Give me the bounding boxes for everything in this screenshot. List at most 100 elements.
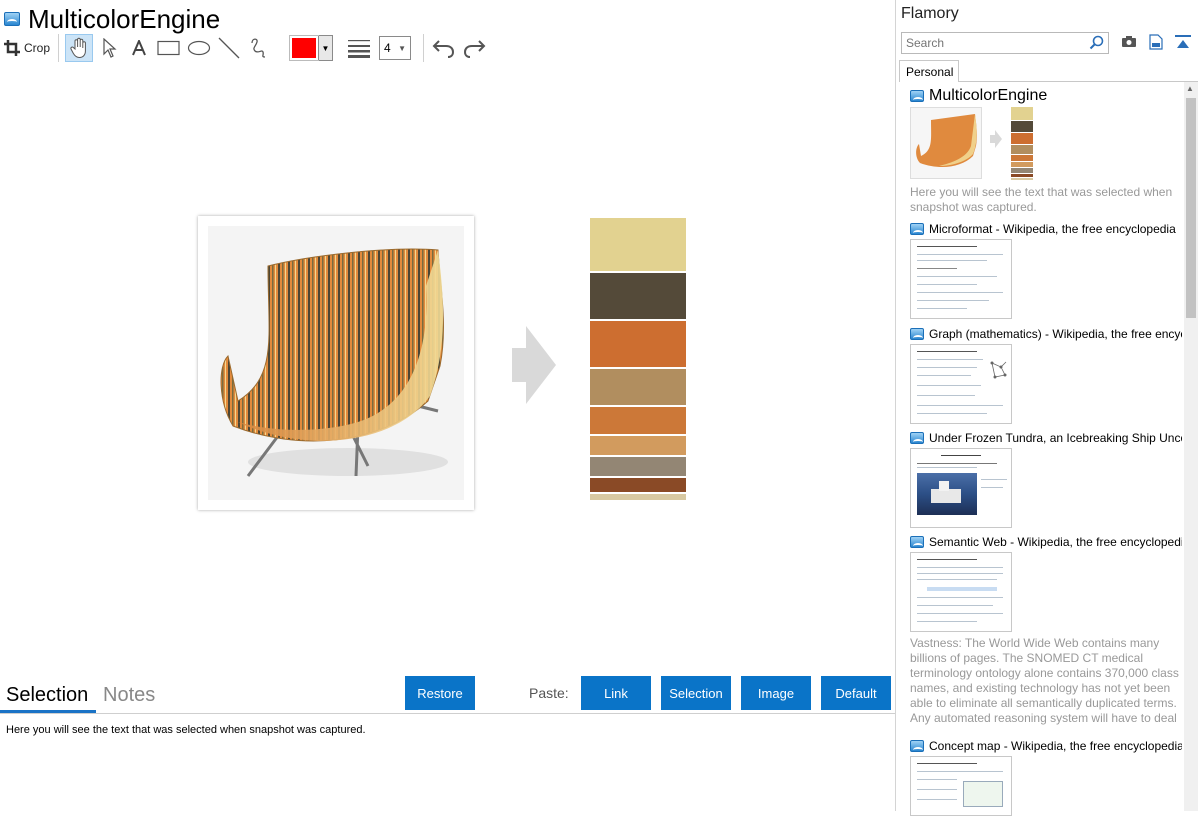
entry-thumbnail[interactable] bbox=[910, 448, 1012, 528]
toolbar-divider bbox=[423, 34, 425, 62]
mini-palette-swatch bbox=[1010, 174, 1033, 177]
snapshot-icon bbox=[910, 536, 924, 548]
palette-swatch bbox=[590, 436, 686, 455]
title-row: MulticolorEngine bbox=[4, 4, 220, 34]
camera-icon[interactable] bbox=[1121, 34, 1137, 48]
pointer-tool-button[interactable] bbox=[95, 34, 123, 62]
chair-image bbox=[208, 226, 464, 500]
palette-swatch bbox=[590, 273, 686, 319]
history-entry[interactable]: Concept map - Wikipedia, the free encycl… bbox=[910, 738, 1182, 816]
line-icon bbox=[218, 37, 240, 59]
tab-divider bbox=[958, 81, 1198, 82]
mini-palette-swatch bbox=[1010, 178, 1033, 180]
entry-header: Graph (mathematics) - Wikipedia, the fre… bbox=[910, 326, 1182, 342]
line-width-icon bbox=[348, 40, 371, 58]
tab-selection[interactable]: Selection bbox=[6, 684, 88, 711]
hand-tool-button[interactable] bbox=[65, 34, 94, 62]
entry-header: Semantic Web - Wikipedia, the free encyc… bbox=[910, 534, 1182, 550]
chair-image-card[interactable] bbox=[198, 216, 474, 510]
search-input[interactable] bbox=[901, 32, 1109, 54]
toolbar: Crop ▼ 4 ▼ bbox=[4, 33, 490, 63]
collapse-icon[interactable] bbox=[1175, 34, 1191, 50]
crop-label: Crop bbox=[24, 41, 51, 55]
active-tab-indicator bbox=[0, 710, 96, 713]
history-entry[interactable]: MulticolorEngine Here you will see the t… bbox=[910, 88, 1182, 215]
entry-thumbnail[interactable] bbox=[910, 107, 982, 179]
text-icon bbox=[132, 40, 146, 56]
palette-swatch bbox=[590, 218, 686, 271]
scrollbar-thumb[interactable] bbox=[1186, 98, 1196, 318]
history-entry[interactable]: Microformat - Wikipedia, the free encycl… bbox=[910, 221, 1182, 319]
undo-button[interactable] bbox=[430, 34, 458, 62]
snapshot-icon bbox=[910, 90, 924, 102]
entry-title[interactable]: Semantic Web - Wikipedia, the free encyc… bbox=[929, 535, 1182, 549]
tab-notes[interactable]: Notes bbox=[103, 684, 155, 707]
text-tool-button[interactable] bbox=[125, 34, 153, 62]
snapshot-icon bbox=[910, 740, 924, 752]
entry-header: MulticolorEngine bbox=[910, 88, 1182, 104]
line-tool-button[interactable] bbox=[215, 34, 243, 62]
mini-palette-swatch bbox=[1010, 121, 1033, 132]
search-icon[interactable] bbox=[1089, 35, 1105, 51]
toolbar-divider bbox=[58, 34, 60, 62]
redo-button[interactable] bbox=[460, 34, 488, 62]
line-width-select[interactable]: 4 ▼ bbox=[379, 36, 412, 60]
entry-thumbnail[interactable] bbox=[910, 552, 1012, 632]
entry-title[interactable]: Under Frozen Tundra, an Icebreaking Ship… bbox=[929, 431, 1182, 445]
document-icon[interactable] bbox=[1149, 34, 1163, 50]
entry-description: Vastness: The World Wide Web contains ma… bbox=[910, 636, 1179, 725]
paste-selection-button[interactable]: Selection bbox=[661, 676, 731, 710]
paste-image-button[interactable]: Image bbox=[741, 676, 811, 710]
line-width-button[interactable] bbox=[345, 34, 373, 62]
mini-palette-swatch bbox=[1010, 168, 1033, 173]
ellipse-icon bbox=[187, 40, 211, 56]
entry-title[interactable]: MulticolorEngine bbox=[929, 88, 1047, 104]
color-picker[interactable]: ▼ bbox=[289, 35, 334, 61]
snapshot-canvas[interactable] bbox=[0, 70, 895, 676]
rectangle-tool-button[interactable] bbox=[155, 34, 183, 62]
paste-link-button[interactable]: Link bbox=[581, 676, 651, 710]
ellipse-tool-button[interactable] bbox=[185, 34, 213, 62]
scroll-up-icon[interactable]: ▲ bbox=[1186, 84, 1194, 93]
entry-title[interactable]: Microformat - Wikipedia, the free encycl… bbox=[929, 222, 1176, 236]
snapshot-icon bbox=[910, 223, 924, 235]
history-entry[interactable]: Under Frozen Tundra, an Icebreaking Ship… bbox=[910, 430, 1182, 528]
undo-icon bbox=[432, 40, 455, 58]
palette-swatch bbox=[590, 457, 686, 476]
crop-button[interactable]: Crop bbox=[4, 34, 50, 62]
page-title: MulticolorEngine bbox=[28, 4, 221, 34]
paste-label: Paste: bbox=[529, 685, 569, 701]
paste-default-button[interactable]: Default bbox=[821, 676, 891, 710]
restore-button[interactable]: Restore bbox=[405, 676, 475, 710]
entry-thumbnail[interactable] bbox=[910, 239, 1012, 319]
entry-header: Under Frozen Tundra, an Icebreaking Ship… bbox=[910, 430, 1182, 446]
history-entry[interactable]: Graph (mathematics) - Wikipedia, the fre… bbox=[910, 326, 1182, 424]
selection-text[interactable]: Here you will see the text that was sele… bbox=[6, 724, 366, 736]
entry-header: Concept map - Wikipedia, the free encycl… bbox=[910, 738, 1182, 754]
line-width-value: 4 bbox=[384, 41, 391, 55]
chevron-down-icon: ▼ bbox=[398, 43, 407, 53]
color-palette bbox=[590, 218, 688, 502]
snapshot-icon bbox=[910, 328, 924, 340]
palette-swatch bbox=[590, 321, 686, 367]
sidebar-title: Flamory bbox=[901, 5, 959, 22]
mini-palette-swatch bbox=[1010, 107, 1033, 120]
history-entry[interactable]: Semantic Web - Wikipedia, the free encyc… bbox=[910, 534, 1182, 726]
snapshot-icon bbox=[910, 432, 924, 444]
mini-palette-swatch bbox=[1010, 133, 1033, 144]
main-pane: MulticolorEngine Crop ▼ 4 ▼ Selection No… bbox=[0, 0, 896, 811]
arrow-right-icon bbox=[512, 326, 556, 404]
entry-title[interactable]: Concept map - Wikipedia, the free encycl… bbox=[929, 739, 1182, 753]
freehand-icon bbox=[251, 38, 266, 58]
chevron-down-icon: ▼ bbox=[318, 36, 333, 60]
entry-thumbnail[interactable] bbox=[910, 344, 1012, 424]
entry-thumbnail[interactable] bbox=[910, 756, 1012, 816]
tab-personal[interactable]: Personal bbox=[899, 60, 959, 82]
pointer-icon bbox=[103, 38, 117, 58]
bottom-panel: Selection Notes Restore Paste: Link Sele… bbox=[0, 676, 895, 811]
freehand-tool-button[interactable] bbox=[245, 34, 273, 62]
entry-title[interactable]: Graph (mathematics) - Wikipedia, the fre… bbox=[929, 327, 1182, 341]
palette-swatch bbox=[590, 369, 686, 405]
palette-swatch bbox=[590, 494, 686, 500]
redo-icon bbox=[464, 40, 486, 58]
